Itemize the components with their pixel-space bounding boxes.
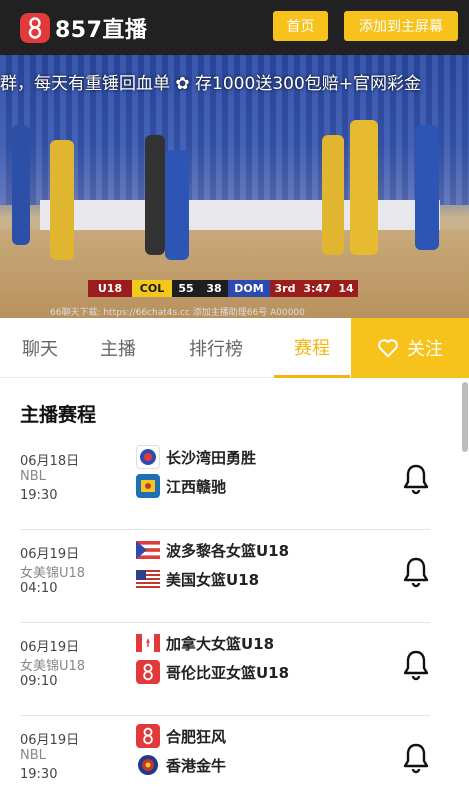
section-title: 主播赛程: [20, 404, 97, 426]
team-logo-icon: [136, 660, 160, 684]
match-league: 女美锦U18: [20, 659, 86, 674]
away-team: 江西赣驰: [136, 474, 226, 498]
video-watermark: 66聊天下载: https://66chat4s.cc 添加主播助理66号 A0…: [50, 308, 305, 318]
home-team-name: 加拿大女篮U18: [166, 634, 275, 653]
tab-anchor[interactable]: 主播: [96, 318, 140, 378]
match-time: 19:30: [20, 767, 58, 782]
tab-ranking[interactable]: 排行榜: [184, 318, 248, 378]
logo-text: 857直播: [55, 17, 148, 43]
ad-board: [40, 200, 440, 232]
top-bar: 857直播 首页 添加到主屏幕: [0, 0, 469, 55]
team-logo-icon: [136, 724, 160, 748]
bell-icon[interactable]: [402, 649, 430, 681]
score-event: U18: [88, 280, 132, 297]
match-row: 06月19日 女美锦U18 04:10 波多黎各女篮U18 美国女篮U18: [20, 530, 430, 623]
match-date: 06月19日: [20, 640, 80, 655]
home-team: 波多黎各女篮U18: [136, 538, 289, 562]
shot-clock: 14: [334, 280, 358, 297]
live-video-player[interactable]: 群，每天有重锤回血单 ✿ 存1000送300包赔+官网彩金 U18 COL 55…: [0, 55, 469, 318]
referee-figure: [145, 135, 165, 255]
heart-icon: [378, 339, 398, 358]
match-row: 06月19日 NBL 19:30 合肥狂风 香港金牛: [20, 716, 430, 809]
home-team-name: 长沙湾田勇胜: [166, 448, 257, 467]
score-clock: 3:47: [300, 280, 334, 297]
logo-icon: [20, 12, 50, 43]
score-away: 38: [200, 280, 228, 297]
score-home-team: COL: [132, 280, 172, 297]
away-team-name: 江西赣驰: [166, 477, 227, 496]
player-figure: [165, 150, 189, 260]
follow-label: 关注: [407, 339, 443, 360]
away-team: 美国女篮U18: [136, 567, 259, 591]
score-home: 55: [172, 280, 200, 297]
puerto-rico-flag-icon: [136, 538, 160, 562]
away-team-name: 美国女篮U18: [166, 570, 260, 589]
away-team-name: 哥伦比亚女篮U18: [166, 663, 290, 682]
home-team: 长沙湾田勇胜: [136, 445, 256, 469]
scrollbar[interactable]: [462, 382, 468, 452]
bell-icon[interactable]: [402, 742, 430, 774]
away-team-name: 香港金牛: [166, 756, 227, 775]
match-date: 06月19日: [20, 547, 80, 562]
home-team: 加拿大女篮U18: [136, 631, 274, 655]
home-team: 合肥狂风: [136, 724, 226, 748]
match-league: NBL: [20, 469, 46, 484]
match-row: 06月18日 NBL 19:30 长沙湾田勇胜 江西赣驰: [20, 437, 430, 530]
score-period: 3rd: [270, 280, 300, 297]
match-time: 09:10: [20, 674, 58, 689]
score-away-team: DOM: [228, 280, 270, 297]
match-league: NBL: [20, 748, 46, 763]
match-time: 19:30: [20, 488, 58, 503]
player-figure: [415, 125, 439, 250]
tab-chat[interactable]: 聊天: [18, 318, 62, 378]
home-team-name: 合肥狂风: [166, 727, 227, 746]
match-date: 06月18日: [20, 454, 80, 469]
match-date: 06月19日: [20, 733, 80, 748]
site-logo[interactable]: 857直播: [20, 12, 147, 44]
team-logo-icon: [136, 753, 160, 777]
scoreboard: U18 COL 55 38 DOM 3rd 3:47 14: [88, 280, 388, 297]
bell-icon[interactable]: [402, 463, 430, 495]
canada-flag-icon: [136, 631, 160, 655]
add-to-homescreen-button[interactable]: 添加到主屏幕: [344, 11, 458, 41]
home-button[interactable]: 首页: [273, 11, 328, 41]
player-figure: [12, 125, 30, 245]
marquee-ticker: 群，每天有重锤回血单 ✿ 存1000送300包赔+官网彩金: [0, 74, 422, 94]
home-team-name: 波多黎各女篮U18: [166, 541, 290, 560]
player-figure: [322, 135, 344, 255]
match-league: 女美锦U18: [20, 566, 86, 581]
match-time: 04:10: [20, 581, 58, 596]
team-logo-icon: [136, 445, 160, 469]
team-logo-icon: [136, 474, 160, 498]
away-team: 哥伦比亚女篮U18: [136, 660, 289, 684]
match-row: 06月19日 女美锦U18 09:10 加拿大女篮U18 哥伦比亚女篮U18: [20, 623, 430, 716]
follow-button[interactable]: 关注: [351, 318, 469, 378]
usa-flag-icon: [136, 567, 160, 591]
away-team: 香港金牛: [136, 753, 226, 777]
player-figure: [350, 120, 378, 255]
bell-icon[interactable]: [402, 556, 430, 588]
tab-schedule[interactable]: 赛程: [274, 318, 350, 378]
player-figure: [50, 140, 74, 260]
